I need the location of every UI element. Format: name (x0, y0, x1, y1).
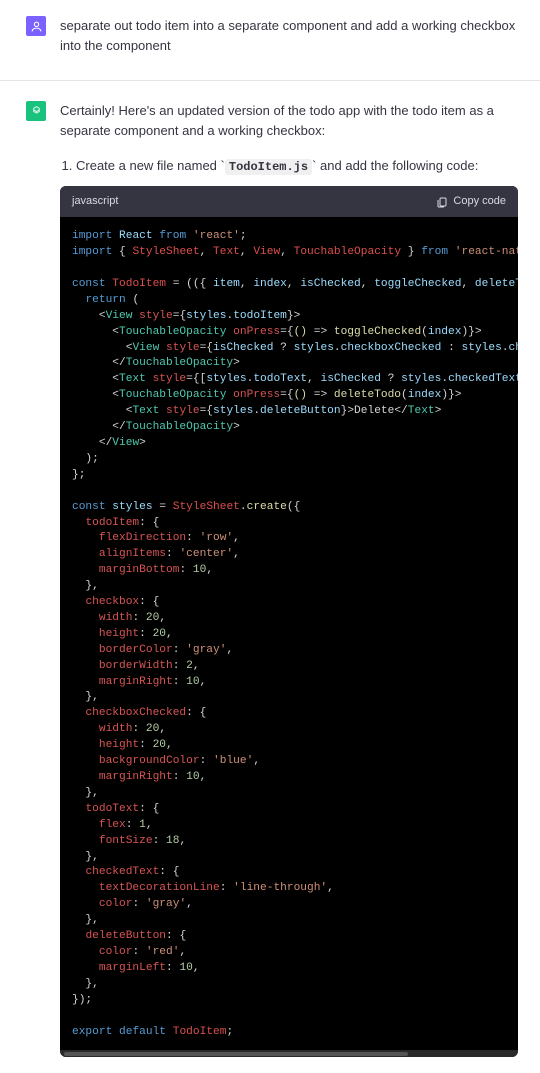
horizontal-scrollbar[interactable] (60, 1050, 518, 1057)
code-block: javascript Copy code import React from '… (60, 186, 518, 1057)
steps-list: Create a new file named `TodoItem.js` an… (60, 156, 518, 177)
assistant-message: Certainly! Here's an updated version of … (0, 81, 540, 1073)
openai-logo-icon (30, 105, 43, 118)
step-1: Create a new file named `TodoItem.js` an… (76, 156, 518, 177)
user-message: separate out todo item into a separate c… (0, 0, 540, 81)
user-avatar (26, 16, 46, 36)
step-1-prefix: Create a new file named (76, 158, 221, 173)
person-icon (30, 20, 43, 33)
copy-code-button[interactable]: Copy code (436, 193, 506, 210)
code-body[interactable]: import React from 'react'; import { Styl… (60, 217, 518, 1050)
assistant-avatar (26, 101, 46, 121)
step-1-suffix: and add the following code: (316, 158, 478, 173)
code-lang-label: javascript (72, 193, 118, 210)
user-message-text: separate out todo item into a separate c… (60, 16, 518, 56)
copy-code-label: Copy code (453, 193, 506, 210)
assistant-message-body: Certainly! Here's an updated version of … (60, 101, 518, 1057)
step-1-filename: TodoItem.js (225, 159, 312, 175)
code-header: javascript Copy code (60, 186, 518, 217)
conversation: separate out todo item into a separate c… (0, 0, 540, 1073)
clipboard-icon (436, 196, 448, 208)
assistant-intro: Certainly! Here's an updated version of … (60, 101, 518, 141)
